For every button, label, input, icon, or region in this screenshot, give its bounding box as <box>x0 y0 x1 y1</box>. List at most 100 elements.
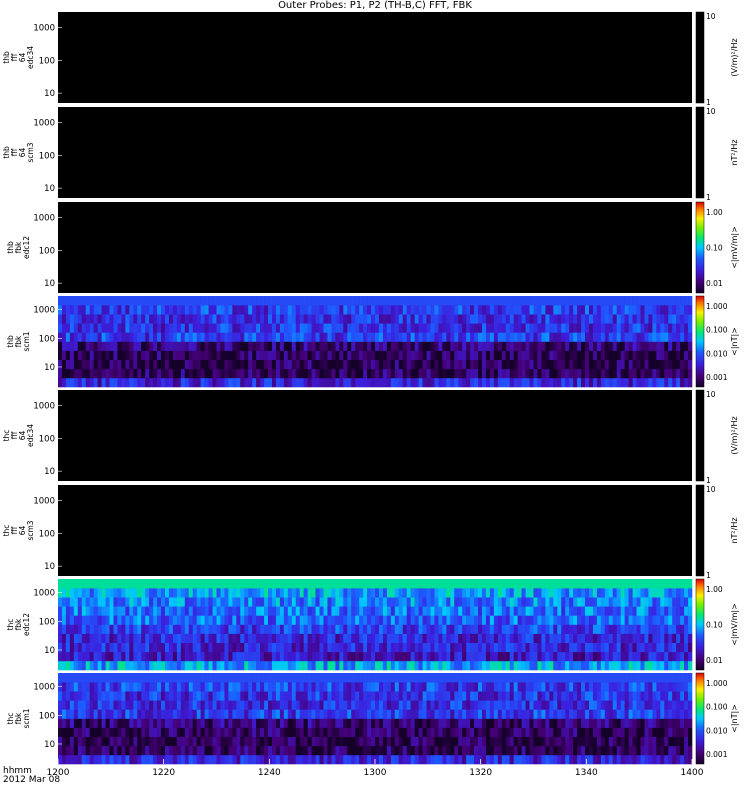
spectrogram-cell <box>557 709 562 719</box>
spectrogram-cell <box>585 341 590 351</box>
spectrogram-cell <box>382 332 388 342</box>
spectrogram-cell <box>359 642 364 653</box>
spectrogram-cell <box>204 691 209 701</box>
spectrogram-cell <box>307 682 312 692</box>
spectrogram-cell <box>176 718 182 728</box>
spectrogram-cell <box>244 314 249 324</box>
spectrogram-cell <box>588 615 594 625</box>
spectrogram-cell <box>236 718 241 728</box>
spectrogram-cell <box>299 615 304 625</box>
spectrogram-cell <box>228 736 233 747</box>
spectrogram-cell <box>275 673 281 683</box>
spectrogram-cell <box>69 718 75 728</box>
spectrogram-cell <box>545 341 550 351</box>
spectrogram-cell <box>164 709 170 719</box>
spectrogram-cell <box>462 633 467 643</box>
spectrogram-panel-1: 101001000thb fff 64 edc34101(V/m)²/Hz <box>2 11 739 107</box>
spectrogram-cell <box>442 745 447 756</box>
spectrogram-cell <box>628 736 633 747</box>
spectrogram-cell <box>545 606 550 616</box>
spectrogram-cell <box>248 691 253 701</box>
spectrogram-cell <box>367 597 372 607</box>
spectrogram-cell <box>129 323 134 333</box>
spectrogram-cell <box>343 305 348 315</box>
spectrogram-cell <box>287 624 293 634</box>
spectrogram-cell <box>252 341 257 351</box>
spectrogram-cell <box>585 332 590 342</box>
spectrogram-cell <box>351 588 356 598</box>
spectrogram-cell <box>355 597 360 607</box>
spectrogram-cell <box>537 682 542 692</box>
spectrogram-cell <box>315 745 320 756</box>
spectrogram-cell <box>145 691 150 701</box>
spectrogram-cell <box>545 588 550 598</box>
spectrogram-cell <box>240 633 245 643</box>
spectrogram-cell <box>97 314 102 324</box>
spectrogram-cell <box>466 296 471 306</box>
spectrogram-cell <box>497 350 503 360</box>
spectrogram-cell <box>632 651 637 662</box>
spectrogram-cell <box>113 296 118 306</box>
spectrogram-cell <box>489 682 495 692</box>
spectrogram-cell <box>180 745 186 756</box>
spectrogram-cell <box>287 642 293 653</box>
spectrogram-cell <box>402 350 407 360</box>
spectrogram-cell <box>184 736 190 747</box>
spectrogram-cell <box>434 296 439 306</box>
spectrogram-cell <box>168 754 174 765</box>
spectrogram-cell <box>581 579 586 589</box>
spectrogram-cell <box>612 651 618 662</box>
spectrogram-cell <box>394 660 400 671</box>
spectrogram-cell <box>133 377 138 388</box>
spectrogram-cell <box>351 341 356 351</box>
spectrogram-cell <box>624 745 629 756</box>
spectrogram-cell <box>450 606 455 616</box>
spectrogram-cell <box>343 727 348 737</box>
spectrogram-cell <box>224 660 229 671</box>
spectrogram-cell <box>157 296 162 306</box>
spectrogram-cell <box>192 368 197 379</box>
spectrogram-cell <box>279 700 285 710</box>
spectrogram-cell <box>244 754 249 765</box>
spectrogram-cell <box>616 579 621 589</box>
spectrogram-cell <box>121 718 126 728</box>
spectrogram-cell <box>458 368 463 379</box>
spectrogram-cell <box>307 651 312 662</box>
spectrogram-cell <box>279 597 285 607</box>
spectrogram-cell <box>390 597 396 607</box>
spectrogram-cell <box>93 700 98 710</box>
spectrogram-cell <box>466 673 471 683</box>
spectrogram-cell <box>299 660 304 671</box>
spectrogram-cell <box>157 350 162 360</box>
spectrogram-cell <box>628 377 633 388</box>
spectrogram-cell <box>196 745 201 756</box>
spectrogram-cell <box>517 588 522 598</box>
spectrogram-cell <box>648 700 653 710</box>
spectrogram-cell <box>648 341 653 351</box>
spectrogram-cell <box>212 691 217 701</box>
spectrogram-cell <box>77 691 83 701</box>
spectrogram-cell <box>137 660 142 671</box>
colorbar-title: <|mV/m|> <box>730 226 739 269</box>
spectrogram-cell <box>608 332 614 342</box>
spectrogram-cell <box>323 745 328 756</box>
spectrogram-cell <box>648 651 653 662</box>
spectrogram-cell <box>592 615 598 625</box>
spectrogram-cell <box>462 606 467 616</box>
spectrogram-cell <box>58 615 63 625</box>
spectrogram-cell <box>129 332 134 342</box>
spectrogram-cell <box>386 624 392 634</box>
spectrogram-cell <box>478 754 483 765</box>
spectrogram-cell <box>386 718 392 728</box>
spectrogram-cell <box>323 368 328 379</box>
spectrogram-cell <box>260 660 265 671</box>
spectrogram-cell <box>672 673 677 683</box>
spectrogram-cell <box>474 642 479 653</box>
spectrogram-cell <box>117 651 122 662</box>
spectrogram-cell <box>414 691 419 701</box>
spectrogram-cell <box>375 377 380 388</box>
spectrogram-cell <box>604 700 610 710</box>
spectrogram-cell <box>454 588 459 598</box>
spectrogram-cell <box>113 718 118 728</box>
y-tick-label: 10 <box>44 89 55 99</box>
